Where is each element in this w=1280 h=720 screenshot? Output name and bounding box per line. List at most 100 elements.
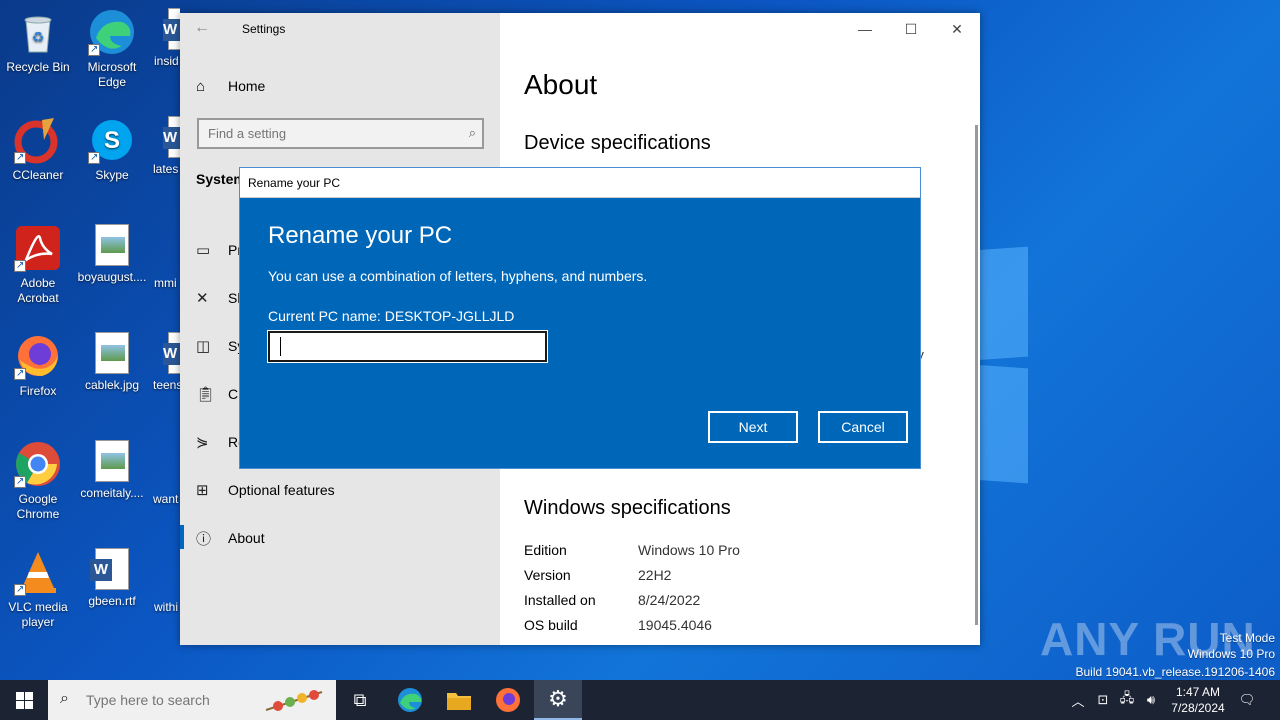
- search-icon: ⌕: [468, 125, 476, 140]
- clipboard-icon: 📋︎: [196, 386, 216, 403]
- search-icon: ⌕: [60, 690, 69, 707]
- spec-value: 22H2: [638, 567, 672, 583]
- word-document-icon: W: [163, 8, 180, 50]
- desktop-icon-label: Skype: [95, 168, 129, 182]
- spec-row-edition: Edition Windows 10 Pro: [524, 542, 944, 562]
- desktop-icon-lates[interactable]: W lates: [148, 116, 180, 177]
- search-highlight-icon: [260, 684, 332, 716]
- desktop-icon-label: VLC media player: [8, 600, 68, 629]
- desktop-icon-label: Microsoft Edge: [87, 60, 137, 89]
- tray-network-button[interactable]: 🖧︎: [1116, 680, 1138, 720]
- shortcut-overlay-icon: [14, 582, 26, 597]
- device-specifications-heading: Device specifications: [524, 132, 711, 154]
- desktop-icon-teens[interactable]: W teens: [148, 332, 180, 393]
- nav-home[interactable]: ⌂ Home: [196, 75, 265, 97]
- desktop-icon-label: teens: [153, 378, 180, 392]
- nav-item-optional-features[interactable]: ⊞ Optional features: [196, 478, 335, 502]
- next-button[interactable]: Next: [708, 411, 798, 443]
- desktop-icon-comeitaly[interactable]: comeitaly....: [74, 440, 150, 501]
- search-input[interactable]: [199, 120, 482, 147]
- cancel-button[interactable]: Cancel: [818, 411, 908, 443]
- desktop-icon-recycle-bin[interactable]: ♻ Recycle Bin: [0, 8, 76, 75]
- taskbar: ⌕ ⧉ ⚙ ︿ ⊡ 🖧︎ 🔊︎ 1:47 AM 7/28/2024 🗨︎: [0, 680, 1280, 720]
- spec-value: 8/24/2022: [638, 592, 701, 608]
- new-pc-name-input[interactable]: [270, 333, 545, 360]
- nav-item-label: About: [228, 530, 265, 546]
- desktop-icon-label: cablek.jpg: [84, 378, 140, 392]
- taskbar-edge[interactable]: [386, 680, 434, 720]
- nav-item-shared[interactable]: ✕ Sh: [196, 286, 245, 310]
- new-pc-name-field[interactable]: [267, 330, 548, 363]
- taskbar-file-explorer[interactable]: [435, 680, 483, 720]
- dialog-titlebar[interactable]: Rename your PC: [240, 168, 920, 198]
- desktop-icon-label: boyaugust....: [77, 270, 147, 284]
- word-document-icon: W: [163, 332, 180, 374]
- nav-item-clipboard[interactable]: 📋︎ Cl: [196, 382, 241, 406]
- desktop-icon-microsoft-edge[interactable]: Microsoft Edge: [74, 8, 150, 90]
- show-hidden-icons-button[interactable]: ︿: [1068, 680, 1088, 720]
- find-setting-search[interactable]: ⌕: [197, 118, 484, 149]
- gear-icon: ⚙: [548, 686, 568, 711]
- desktop-icon-ccleaner[interactable]: CCleaner: [0, 116, 76, 183]
- file-icon: [148, 548, 180, 596]
- current-pc-name: Current PC name: DESKTOP-JGLLJLD: [268, 308, 515, 324]
- desktop-icon-google-chrome[interactable]: Google Chrome: [0, 440, 76, 522]
- nav-item-about[interactable]: ⓘ About: [196, 526, 265, 550]
- projecting-icon: ▭: [196, 242, 211, 259]
- ccleaner-icon: [14, 116, 62, 165]
- desktop-icon-want[interactable]: want: [148, 440, 180, 507]
- task-view-icon: ⧉: [353, 689, 367, 710]
- desktop-icon-boyaugust[interactable]: boyaugust....: [74, 224, 150, 285]
- text-caret: [280, 337, 281, 356]
- desktop-icon-cablek[interactable]: cablek.jpg: [74, 332, 150, 393]
- notifications-button[interactable]: 🗨︎: [1236, 680, 1258, 720]
- test-mode-text: Test Mode: [1219, 631, 1275, 645]
- image-file-icon: [95, 440, 129, 482]
- nav-item-system-components[interactable]: ◫ Sy: [196, 334, 244, 358]
- build-watermark-text: Build 19041.vb_release.191206-1406: [1075, 665, 1276, 679]
- desktop-icon-adobe-acrobat[interactable]: Adobe Acrobat: [0, 224, 76, 306]
- desktop-icon-label: CCleaner: [12, 168, 64, 182]
- taskbar-clock[interactable]: 1:47 AM 7/28/2024: [1160, 684, 1236, 716]
- desktop-icon-mmi[interactable]: mmi: [148, 224, 180, 291]
- shared-experiences-icon: ✕: [196, 290, 209, 307]
- desktop-icon-skype[interactable]: S Skype: [74, 116, 150, 183]
- taskbar-firefox[interactable]: [484, 680, 532, 720]
- spec-key: Version: [524, 567, 571, 583]
- desktop-icon-firefox[interactable]: Firefox: [0, 332, 76, 399]
- desktop-icon-gbeen[interactable]: W gbeen.rtf: [74, 548, 150, 609]
- dialog-heading: Rename your PC: [268, 222, 453, 249]
- desktop-icon-vlc[interactable]: VLC media player: [0, 548, 76, 630]
- back-arrow-icon[interactable]: ←: [194, 19, 210, 37]
- info-icon: ⓘ: [196, 530, 212, 548]
- tray-device-button[interactable]: ⊡: [1092, 680, 1114, 720]
- dialog-description: You can use a combination of letters, hy…: [268, 268, 648, 284]
- optional-features-icon: ⊞: [196, 482, 209, 499]
- taskbar-search-input[interactable]: [86, 690, 266, 710]
- content-scrollbar[interactable]: [975, 125, 978, 625]
- desktop-icon-insid[interactable]: W insid: [148, 8, 180, 69]
- nav-item-projecting[interactable]: ▭ Pr: [196, 238, 242, 262]
- recycle-bin-icon: ♻: [14, 8, 62, 56]
- page-title: About: [524, 69, 598, 100]
- chrome-icon: [14, 440, 62, 489]
- taskbar-search-box[interactable]: ⌕: [48, 680, 336, 720]
- remote-desktop-icon: ⋟: [196, 434, 209, 451]
- start-button[interactable]: [0, 680, 48, 720]
- clock-date: 7/28/2024: [1171, 701, 1225, 715]
- settings-titlebar[interactable]: ← Settings: [180, 13, 500, 45]
- desktop-icon-label: Firefox: [19, 384, 57, 398]
- chevron-up-icon: ︿: [1071, 693, 1085, 709]
- desktop-icon-withi[interactable]: withi: [148, 548, 180, 615]
- spec-row-installed-on: Installed on 8/24/2022: [524, 592, 944, 612]
- device-icon: ⊡: [1097, 692, 1109, 707]
- taskbar-settings[interactable]: ⚙: [534, 680, 582, 720]
- word-document-icon: W: [90, 548, 129, 590]
- spec-key: OS build: [524, 617, 578, 633]
- network-icon: 🖧︎: [1119, 690, 1135, 705]
- task-view-button[interactable]: ⧉: [336, 680, 384, 720]
- home-icon: ⌂: [196, 77, 206, 95]
- tray-volume-button[interactable]: 🔊︎: [1140, 680, 1162, 720]
- desktop-icon-label: Adobe Acrobat: [17, 276, 59, 305]
- svg-text:S: S: [104, 127, 120, 154]
